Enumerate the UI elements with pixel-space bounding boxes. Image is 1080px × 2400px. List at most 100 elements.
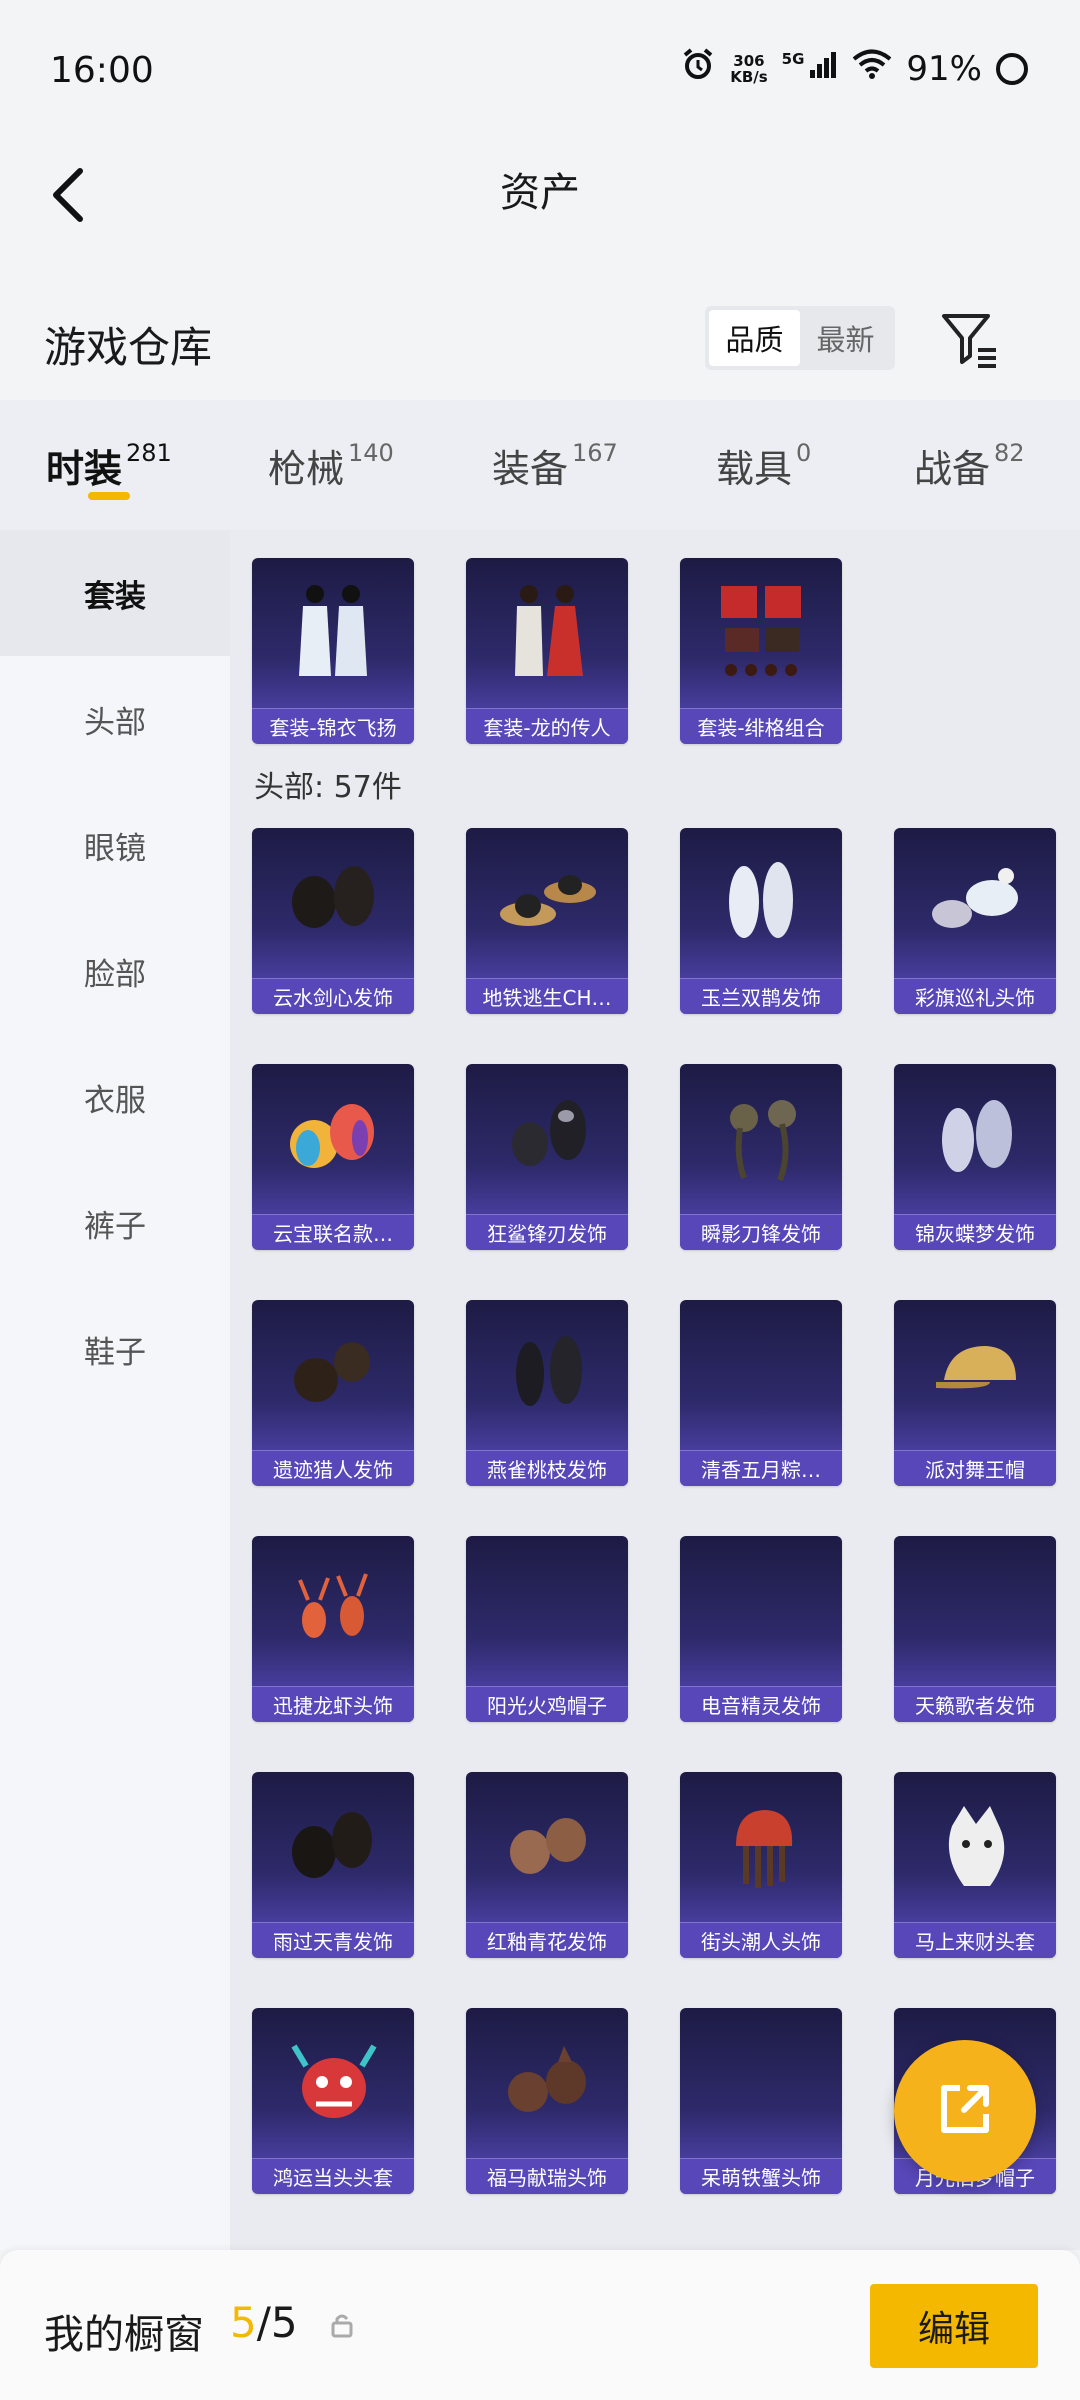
item-card[interactable]: 福马献瑞头饰 — [466, 2008, 628, 2194]
item-label: 玉兰双鹊发饰 — [680, 978, 842, 1014]
item-card[interactable]: 燕雀桃枝发饰 — [466, 1300, 628, 1486]
item-label: 云宝联名款… — [252, 1214, 414, 1250]
horse-ears-icon — [466, 2008, 628, 2156]
item-card[interactable]: 锦灰蝶梦发饰 — [894, 1064, 1056, 1250]
tab-count: 0 — [796, 439, 812, 467]
hat-icon — [466, 828, 628, 976]
item-card[interactable]: 套装-锦衣飞扬 — [252, 558, 414, 744]
item-card[interactable]: 彩旗巡礼头饰 — [894, 828, 1056, 1014]
filter-button[interactable] — [938, 308, 1002, 372]
item-card[interactable]: 云宝联名款… — [252, 1064, 414, 1250]
empty-art-icon — [466, 1536, 628, 1684]
item-card[interactable]: 马上来财头套 — [894, 1772, 1056, 1958]
empty-art-icon — [680, 1536, 842, 1684]
tab-label: 装备 — [492, 446, 569, 491]
item-card[interactable]: 鸿运当头头套 — [252, 2008, 414, 2194]
warehouse-row: 游戏仓库 品质 最新 — [0, 290, 1080, 400]
item-card[interactable]: 地铁逃生CH… — [466, 828, 628, 1014]
item-label: 呆萌铁蟹头饰 — [680, 2158, 842, 2194]
head-row: 云宝联名款… 狂鲨锋刃发饰 瞬影刀锋发饰 锦灰蝶梦发饰 — [252, 1064, 1056, 1250]
item-label: 雨过天青发饰 — [252, 1922, 414, 1958]
item-label: 清香五月粽… — [680, 1450, 842, 1486]
edit-button[interactable]: 编辑 — [870, 2284, 1038, 2368]
item-card[interactable]: 套装-龙的传人 — [466, 558, 628, 744]
signal-icon — [808, 49, 838, 89]
sort-quality[interactable]: 品质 — [709, 310, 800, 366]
side-item-clothes[interactable]: 衣服 — [0, 1034, 230, 1160]
tab-label: 战备 — [914, 446, 991, 491]
suit-figure-icon — [466, 558, 628, 706]
share-icon — [930, 2074, 1000, 2148]
item-label: 套装-锦衣飞扬 — [252, 708, 414, 744]
tab-count: 167 — [572, 439, 618, 467]
item-label: 遗迹猎人发饰 — [252, 1450, 414, 1486]
item-label: 电音精灵发饰 — [680, 1686, 842, 1722]
empty-art-icon — [680, 2008, 842, 2156]
hair-icon — [466, 1300, 628, 1448]
suit-figure-icon — [680, 558, 842, 706]
share-button[interactable] — [894, 2040, 1036, 2182]
cap-icon — [894, 1300, 1056, 1448]
lobster-icon — [252, 1536, 414, 1684]
side-item-head[interactable]: 头部 — [0, 656, 230, 782]
category-tabs: 时装 281 枪械 140 装备 167 载具 0 战备 82 — [0, 400, 1080, 530]
item-card[interactable]: 派对舞王帽 — [894, 1300, 1056, 1486]
showcase-label: 我的橱窗 — [44, 2312, 204, 2358]
filter-icon — [938, 314, 1002, 376]
tab-count: 281 — [126, 439, 172, 467]
item-label: 套装-龙的传人 — [466, 708, 628, 744]
item-card[interactable]: 玉兰双鹊发饰 — [680, 828, 842, 1014]
item-label: 云水剑心发饰 — [252, 978, 414, 1014]
item-card[interactable]: 云水剑心发饰 — [252, 828, 414, 1014]
hair-icon — [252, 828, 414, 976]
head-row: 遗迹猎人发饰 燕雀桃枝发饰 清香五月粽… 派对舞王帽 — [252, 1300, 1056, 1486]
item-card[interactable]: 电音精灵发饰 — [680, 1536, 842, 1722]
head-row: 迅捷龙虾头饰 阳光火鸡帽子 电音精灵发饰 天籁歌者发饰 — [252, 1536, 1056, 1722]
tab-equipment[interactable]: 装备 167 — [492, 400, 618, 530]
item-label: 瞬影刀锋发饰 — [680, 1214, 842, 1250]
tab-vehicles[interactable]: 载具 0 — [716, 400, 811, 530]
side-item-shoes[interactable]: 鞋子 — [0, 1286, 230, 1412]
item-label: 天籁歌者发饰 — [894, 1686, 1056, 1722]
tab-count: 140 — [348, 439, 394, 467]
app-header: 资产 — [0, 140, 1080, 270]
item-card[interactable]: 清香五月粽… — [680, 1300, 842, 1486]
sort-newest[interactable]: 最新 — [800, 310, 891, 366]
item-card[interactable]: 狂鲨锋刃发饰 — [466, 1064, 628, 1250]
item-label: 鸿运当头头套 — [252, 2158, 414, 2194]
item-label: 阳光火鸡帽子 — [466, 1686, 628, 1722]
alarm-icon — [680, 46, 716, 91]
side-item-suit[interactable]: 套装 — [0, 530, 230, 656]
item-label: 狂鲨锋刃发饰 — [466, 1214, 628, 1250]
item-card[interactable]: 阳光火鸡帽子 — [466, 1536, 628, 1722]
empty-art-icon — [894, 1536, 1056, 1684]
side-item-glasses[interactable]: 眼镜 — [0, 782, 230, 908]
showcase-current: 5 — [230, 2298, 257, 2347]
item-content: 套装-锦衣飞扬 套装-龙的传人 套装-绯格组合 头部: 57件 云水剑心发饰 地… — [230, 530, 1080, 2250]
bottom-bar: 我的橱窗 5/5 编辑 — [0, 2250, 1080, 2400]
item-card[interactable]: 街头潮人头饰 — [680, 1772, 842, 1958]
item-label: 锦灰蝶梦发饰 — [894, 1214, 1056, 1250]
tab-guns[interactable]: 枪械 140 — [268, 400, 394, 530]
hair-icon — [252, 1300, 414, 1448]
item-card[interactable]: 红釉青花发饰 — [466, 1772, 628, 1958]
network-speed: 306 KB/s — [730, 53, 767, 85]
tab-label: 时装 — [46, 446, 123, 491]
item-card[interactable]: 套装-绯格组合 — [680, 558, 842, 744]
side-item-face[interactable]: 脸部 — [0, 908, 230, 1034]
tab-fashion[interactable]: 时装 281 — [46, 400, 172, 530]
item-card[interactable]: 迅捷龙虾头饰 — [252, 1536, 414, 1722]
beanie-icon — [680, 1772, 842, 1920]
hair-icon — [894, 1064, 1056, 1212]
item-card[interactable]: 瞬影刀锋发饰 — [680, 1064, 842, 1250]
side-item-pants[interactable]: 裤子 — [0, 1160, 230, 1286]
sort-toggle: 品质 最新 — [705, 306, 895, 370]
item-card[interactable]: 遗迹猎人发饰 — [252, 1300, 414, 1486]
item-card[interactable]: 呆萌铁蟹头饰 — [680, 2008, 842, 2194]
tab-label: 载具 — [716, 446, 793, 491]
item-card[interactable]: 雨过天青发饰 — [252, 1772, 414, 1958]
item-card[interactable]: 天籁歌者发饰 — [894, 1536, 1056, 1722]
hair-icon — [466, 1772, 628, 1920]
tab-supplies[interactable]: 战备 82 — [914, 400, 1025, 530]
tab-label: 枪械 — [268, 446, 345, 491]
